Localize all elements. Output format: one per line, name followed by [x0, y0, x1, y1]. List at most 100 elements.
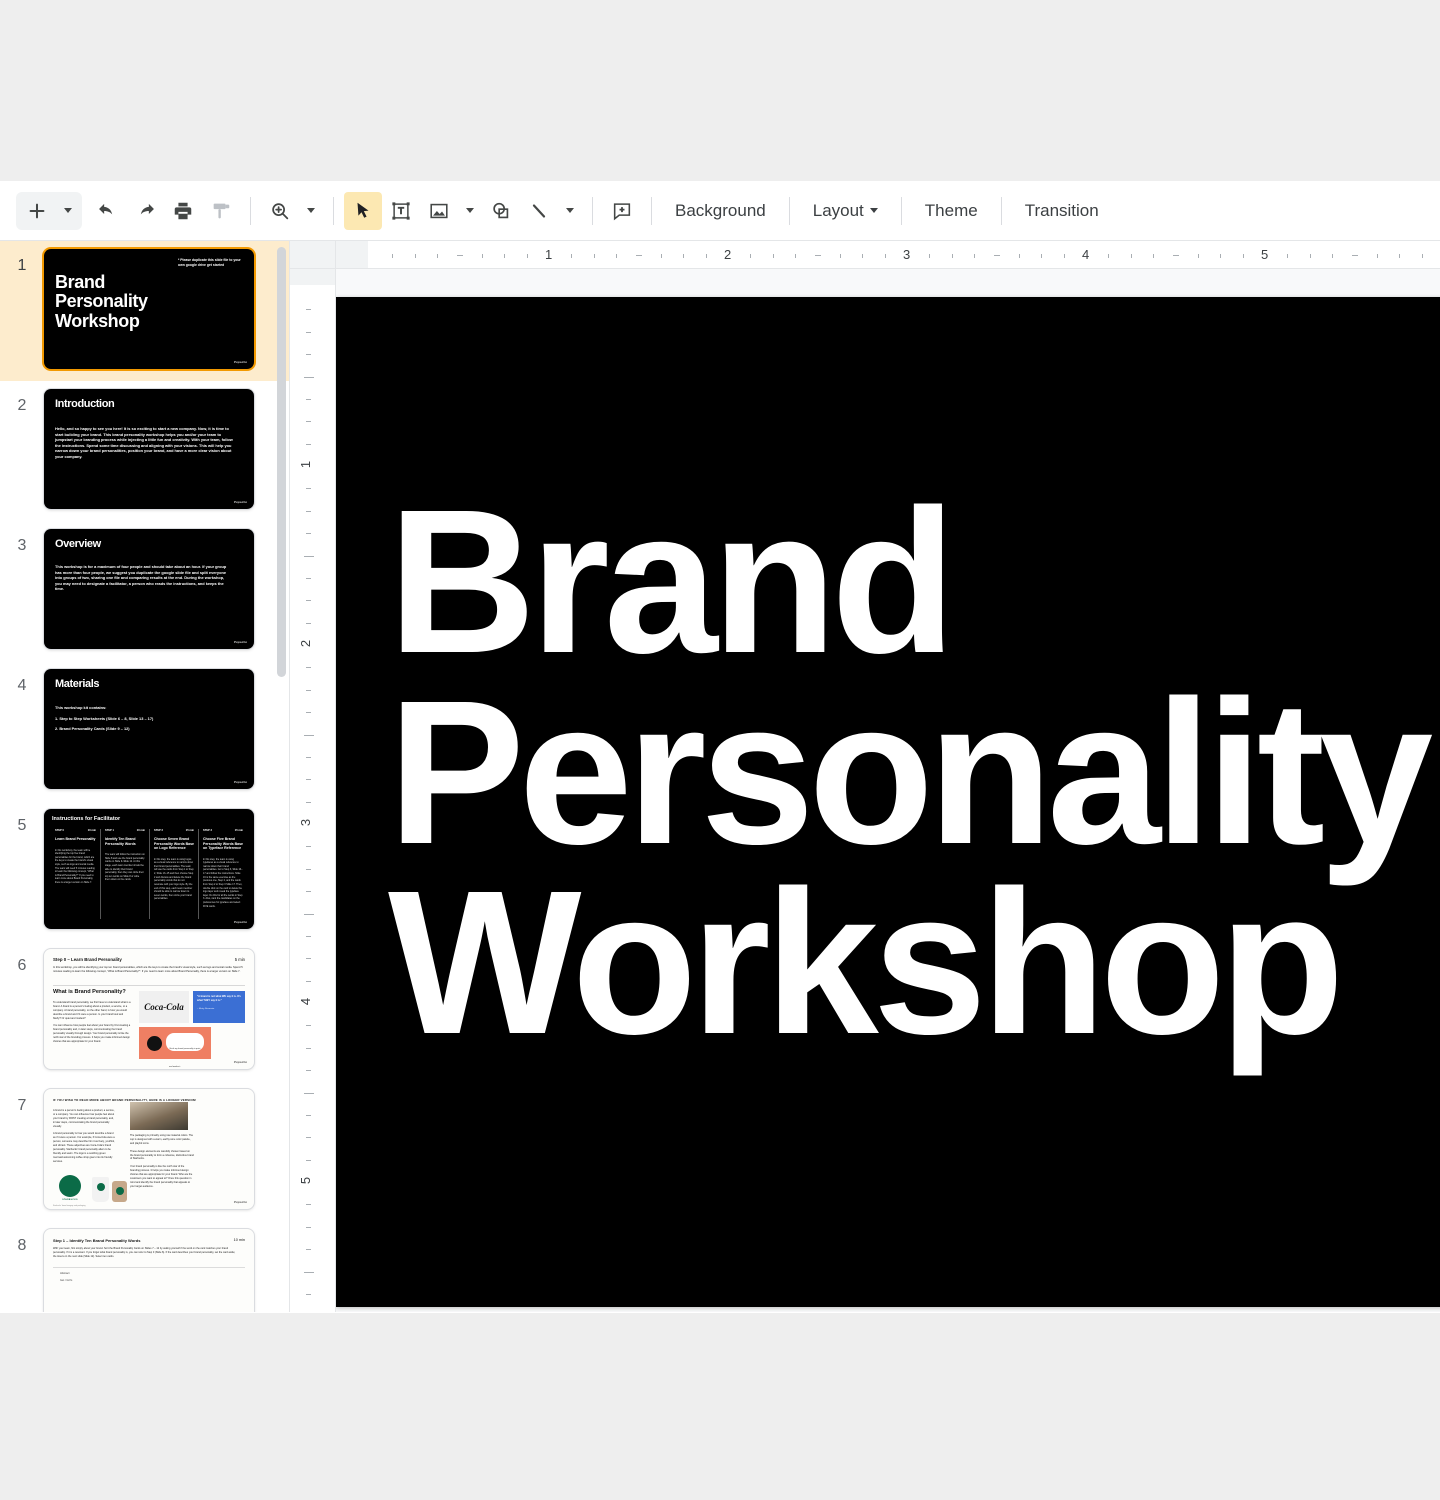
facilitator-step-column: STEP 3 15 min Choose Five Brand Personal… — [198, 829, 247, 919]
thumb-title: Introduction — [55, 398, 115, 410]
slide-filmstrip-panel[interactable]: 1 Brand Personality Workshop * Please dupl… — [0, 241, 290, 1312]
filmstrip-slide-6[interactable]: 6 Step 0 – Learn Brand Personality 5 min… — [0, 941, 289, 1081]
layout-label: Layout — [812, 200, 864, 220]
slide-thumbnail[interactable]: Brand Personality Workshop * Please duplic… — [44, 249, 254, 369]
title-line-3: Workshop — [388, 848, 1344, 1078]
ruler-number: 5 — [298, 1176, 314, 1185]
slide-thumbnail[interactable]: Step 1 – Identify Ten Brand Personality … — [44, 1229, 254, 1312]
background-button[interactable]: Background — [662, 194, 779, 228]
speech-bubble: I think my brand personality is quiet an… — [166, 1033, 204, 1068]
step-text: In this step, the team is using logos as… — [154, 857, 194, 901]
shape-tool-icon[interactable] — [482, 192, 520, 230]
slide-number: 8 — [17, 1237, 27, 1254]
filmstrip-slide-5[interactable]: 5 Instructions for Facilitator STEP 0 10… — [0, 801, 289, 941]
zoom-icon[interactable] — [261, 192, 299, 230]
slide-thumbnail[interactable]: Step 0 – Learn Brand Personality 5 min I… — [44, 949, 254, 1069]
paint-format-icon[interactable] — [202, 192, 240, 230]
new-slide-icon[interactable] — [18, 192, 56, 230]
step-text: The team will follow the instruction on … — [105, 853, 145, 882]
slide-number: 5 — [17, 817, 27, 834]
filmstrip-slide-2[interactable]: 2 Introduction Hello, and so happy to se… — [0, 381, 289, 521]
paragraph: To understand brand personality, we firs… — [53, 1001, 131, 1020]
thumb-note: * Please duplicate this slide file to yo… — [178, 258, 241, 267]
slide-thumbnail[interactable]: Instructions for Facilitator STEP 0 10 m… — [44, 809, 254, 929]
layout-button[interactable]: Layout — [800, 194, 891, 228]
paragraph: A brand is a person's feeling about a pr… — [53, 1109, 115, 1128]
list-item: Abstract — [60, 1272, 70, 1275]
select-tool-icon[interactable] — [344, 191, 382, 230]
title-line-1: Brand — [388, 467, 956, 696]
divider — [53, 1267, 245, 1268]
speech-bubble-text: I think my brand personality is quiet an… — [169, 1048, 201, 1068]
layout-chevron-down-icon — [869, 208, 878, 213]
thumb-header: Step 0 – Learn Brand Personality 5 min — [53, 957, 245, 962]
toolbar: Background Layout Theme Transition — [0, 181, 1440, 241]
image-caption: Starbucks' brand imagery and packaging — [53, 1205, 86, 1207]
ruler-number: 3 — [298, 818, 314, 827]
redo-icon[interactable] — [126, 192, 164, 230]
thumb-heading: Step 1 – Identify Ten Brand Personality … — [53, 1238, 141, 1243]
vertical-ruler[interactable]: 1 2 3 4 5 — [290, 269, 336, 1312]
filmstrip-slide-8[interactable]: 8 Step 1 – Identify Ten Brand Personalit… — [0, 1221, 289, 1312]
transition-button[interactable]: Transition — [1012, 194, 1112, 228]
paragraph: The packaging is primarily using raw mat… — [130, 1134, 194, 1145]
slide-thumbnail[interactable]: IF YOU WISH TO READ MORE ABOUT BRAND PER… — [44, 1089, 254, 1209]
thumb-logo: Popsicle — [233, 1200, 247, 1204]
step-label: STEP 0 — [55, 829, 64, 832]
thumb-time: 10 min — [233, 1238, 245, 1242]
zoom-dropdown-icon[interactable] — [299, 192, 323, 230]
thumb-logo: Popsicle — [233, 920, 247, 924]
slide-thumbnail[interactable]: Introduction Hello, and so happy to see … — [44, 389, 254, 509]
horizontal-ruler[interactable]: 1 2 3 4 5 — [336, 241, 1440, 269]
thumb-column-right: The packaging is primarily using raw mat… — [130, 1134, 194, 1193]
starbucks-cup-brown — [112, 1181, 127, 1202]
slide-thumbnail[interactable]: Materials This workshop kit contains: 1.… — [44, 669, 254, 789]
current-slide[interactable]: Brand Personality Workshop — [336, 297, 1440, 1307]
thumb-subheading: What is Brand Personality? — [53, 989, 126, 995]
insert-image-icon[interactable] — [420, 192, 458, 230]
thumb-body-item: 1. Step to Step Worksheets (Slide 6 – 8,… — [55, 715, 154, 721]
step-meta: STEP 2 15 min — [154, 829, 194, 832]
line-dropdown-icon[interactable] — [558, 192, 582, 230]
filmstrip-scrollbar[interactable] — [277, 247, 286, 677]
ruler-margin-left — [336, 241, 368, 268]
add-comment-icon[interactable] — [603, 192, 641, 230]
thumb-header: Step 1 – Identify Ten Brand Personality … — [53, 1238, 245, 1243]
slide-number: 6 — [17, 957, 27, 974]
step-meta: STEP 3 15 min — [203, 829, 243, 832]
thumb-logo: Popsicle — [233, 1060, 247, 1064]
textbox-tool-icon[interactable] — [382, 192, 420, 230]
thumb-intro: With your team, first simply about your … — [53, 1247, 236, 1258]
line-tool-icon[interactable] — [520, 192, 558, 230]
toolbar-divider-3 — [592, 196, 593, 225]
filmstrip-slide-7[interactable]: 7 IF YOU WISH TO READ MORE ABOUT BRAND P… — [0, 1081, 289, 1221]
thumb-title: Overview — [55, 538, 101, 550]
thumb-logo: Popsicle — [233, 500, 247, 504]
theme-button[interactable]: Theme — [912, 194, 991, 228]
ruler-number: 2 — [724, 247, 732, 262]
print-icon[interactable] — [164, 192, 202, 230]
toolbar-divider-6 — [900, 196, 902, 225]
step-meta: STEP 0 10 min — [55, 829, 96, 832]
slide-thumbnail[interactable]: Overview This workshop is for a maximum … — [44, 529, 254, 649]
insert-image-dropdown-icon[interactable] — [458, 192, 482, 230]
filmstrip-slide-3[interactable]: 3 Overview This workshop is for a maximu… — [0, 521, 289, 661]
slide-title-text[interactable]: Brand Personality Workshop — [388, 467, 1440, 1078]
filmstrip-slide-4[interactable]: 4 Materials This workshop kit contains: … — [0, 661, 289, 801]
step-label: STEP 3 — [203, 829, 212, 832]
cup-logo-icon — [115, 1187, 124, 1195]
starbucks-cup-white — [92, 1177, 109, 1202]
new-slide-dropdown-icon[interactable] — [56, 192, 80, 230]
ruler-number: 5 — [1261, 247, 1269, 262]
step-heading: Identify Ten Brand Personality Words — [105, 837, 136, 846]
toolbar-divider-7 — [1000, 196, 1002, 225]
undo-icon[interactable] — [88, 192, 126, 230]
paragraph: These design elements are carefully chos… — [130, 1149, 194, 1161]
thumb-logo: Popsicle — [233, 780, 247, 784]
filmstrip-slide-1[interactable]: 1 Brand Personality Workshop * Please dupl… — [0, 241, 289, 381]
thumb-title: Materials — [55, 678, 100, 690]
new-slide-group[interactable] — [16, 191, 82, 230]
quote-text: "A brand is not what WE say it is. It's … — [197, 995, 241, 1002]
ruler-number: 3 — [903, 247, 911, 262]
slide-canvas-area[interactable]: Brand Personality Workshop — [336, 269, 1440, 1312]
